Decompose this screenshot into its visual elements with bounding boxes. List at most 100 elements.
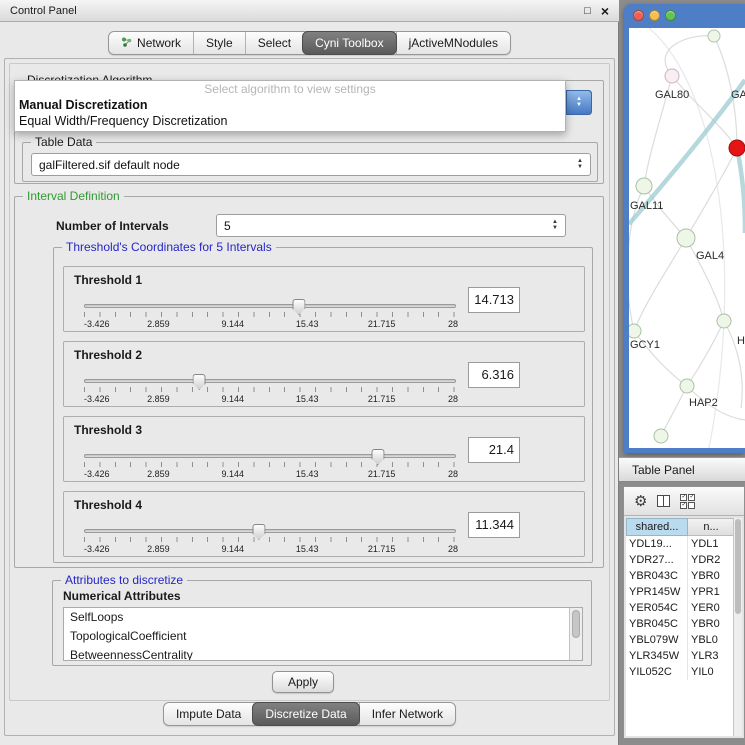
select-columns-icon[interactable]: ✓✓✓: [680, 494, 695, 509]
tab-infer-network[interactable]: Infer Network: [359, 703, 455, 725]
table-row[interactable]: YLR345WYLR3: [626, 648, 735, 664]
table-row[interactable]: YER054CYER0: [626, 600, 735, 616]
scale-tick-label: 2.859: [147, 319, 170, 329]
cell-name[interactable]: YIL0: [688, 664, 735, 680]
table-row[interactable]: YDL19...YDL1: [626, 536, 735, 552]
network-node-gcy1[interactable]: [629, 324, 641, 338]
float-window-icon[interactable]: □: [584, 5, 591, 17]
network-node[interactable]: [717, 314, 731, 328]
cell-shared-name[interactable]: YBR045C: [626, 616, 688, 632]
tab-cyni-toolbox[interactable]: Cyni Toolbox: [302, 31, 396, 55]
threshold-1-value-field[interactable]: 14.713: [468, 287, 520, 313]
num-intervals-combo[interactable]: 5 ▲▼: [216, 214, 566, 237]
threshold-3-slider[interactable]: -3.426 2.859 9.144 15.43 21.715 28: [84, 445, 456, 481]
table-row[interactable]: YPR145WYPR1: [626, 584, 735, 600]
gear-icon[interactable]: ⚙: [634, 492, 647, 510]
cell-name[interactable]: YBR0: [688, 616, 735, 632]
list-item-selfloops[interactable]: SelfLoops: [64, 608, 582, 627]
minimize-window-icon[interactable]: [649, 10, 660, 21]
table-row[interactable]: YIL052CYIL0: [626, 664, 735, 680]
tab-discretize-data[interactable]: Discretize Data: [252, 702, 359, 726]
slider-track[interactable]: [84, 379, 456, 383]
slider-scale: -3.426 2.859 9.144 15.43 21.715 28: [84, 544, 456, 555]
list-item-topologicalcoefficient[interactable]: TopologicalCoefficient: [64, 627, 582, 646]
cell-shared-name[interactable]: YDL19...: [626, 536, 688, 552]
threshold-4-panel: Threshold 4 -3.426 2.859 9.144 15.43 21.…: [63, 491, 585, 557]
cell-name[interactable]: YDL1: [688, 536, 735, 552]
scale-tick-label: 21.715: [368, 469, 396, 479]
menu-item-manual-discretization[interactable]: Manual Discretization: [15, 97, 565, 113]
scrollbar-thumb[interactable]: [572, 610, 580, 638]
network-node-gal80[interactable]: [665, 69, 679, 83]
tab-jactivemnodules[interactable]: jActiveMNodules: [396, 32, 510, 54]
combo-stepper-icon: ▲▼: [566, 90, 592, 115]
close-icon[interactable]: ×: [601, 5, 609, 17]
slider-track[interactable]: [84, 529, 456, 533]
close-window-icon[interactable]: [633, 10, 644, 21]
columns-icon[interactable]: [657, 495, 670, 507]
attributes-group: Attributes to discretize Numerical Attri…: [52, 580, 592, 666]
column-header-shared-name[interactable]: shared...: [626, 518, 688, 536]
tab-impute-data[interactable]: Impute Data: [164, 703, 253, 725]
table-row[interactable]: YDR27...YDR2: [626, 552, 735, 568]
slider-track[interactable]: [84, 304, 456, 308]
scale-tick-label: 15.43: [296, 544, 319, 554]
threshold-4-slider[interactable]: -3.426 2.859 9.144 15.43 21.715 28: [84, 520, 456, 556]
combo-stepper-icon: ▲▼: [573, 159, 587, 170]
threshold-2-slider[interactable]: -3.426 2.859 9.144 15.43 21.715 28: [84, 370, 456, 406]
selected-network-node[interactable]: [729, 140, 745, 156]
network-view-window[interactable]: GAL80 GA GAL11 GAL4 GCY1 H HAP2: [624, 4, 745, 453]
tab-style[interactable]: Style: [193, 32, 245, 54]
table-data-combo[interactable]: galFiltered.sif default node ▲▼: [31, 153, 591, 176]
thresholds-group: Threshold's Coordinates for 5 Intervals …: [53, 247, 593, 563]
menu-item-equal-width-frequency[interactable]: Equal Width/Frequency Discretization: [15, 113, 565, 129]
cell-name[interactable]: YLR3: [688, 648, 735, 664]
cell-shared-name[interactable]: YER054C: [626, 600, 688, 616]
threshold-2-value-field[interactable]: 6.316: [468, 362, 520, 388]
network-node[interactable]: [708, 30, 720, 42]
network-canvas[interactable]: GAL80 GA GAL11 GAL4 GCY1 H HAP2: [629, 28, 745, 448]
attributes-list[interactable]: SelfLoops TopologicalCoefficient Between…: [63, 607, 583, 661]
threshold-label: Threshold 3: [74, 423, 142, 437]
network-node-gal11[interactable]: [636, 178, 652, 194]
node-label: GAL4: [696, 250, 724, 262]
cell-shared-name[interactable]: YDR27...: [626, 552, 688, 568]
titlebar-buttons: □ ×: [584, 5, 609, 17]
network-node[interactable]: [654, 429, 668, 443]
cell-name[interactable]: YBR0: [688, 568, 735, 584]
cell-name[interactable]: YPR1: [688, 584, 735, 600]
cell-shared-name[interactable]: YLR345W: [626, 648, 688, 664]
threshold-1-slider[interactable]: -3.426 2.859 9.144 15.43 21.715 28: [84, 295, 456, 331]
list-item-betweennesscentrality[interactable]: BetweennessCentrality: [64, 646, 582, 661]
tab-select[interactable]: Select: [245, 32, 303, 54]
cell-shared-name[interactable]: YBL079W: [626, 632, 688, 648]
network-node-gal4[interactable]: [677, 229, 695, 247]
apply-button[interactable]: Apply: [272, 671, 334, 693]
table-row[interactable]: YBL079WYBL0: [626, 632, 735, 648]
zoom-window-icon[interactable]: [665, 10, 676, 21]
node-label: GCY1: [630, 339, 660, 351]
cell-name[interactable]: YDR2: [688, 552, 735, 568]
cell-shared-name[interactable]: YBR043C: [626, 568, 688, 584]
network-node-hap2[interactable]: [680, 379, 694, 393]
scale-tick-label: 9.144: [222, 319, 245, 329]
control-panel-titlebar[interactable]: Control Panel □ ×: [0, 0, 619, 22]
threshold-4-value-field[interactable]: 11.344: [468, 512, 520, 538]
cell-shared-name[interactable]: YPR145W: [626, 584, 688, 600]
table-row[interactable]: YBR043CYBR0: [626, 568, 735, 584]
table-row[interactable]: YBR045CYBR0: [626, 616, 735, 632]
cell-name[interactable]: YER0: [688, 600, 735, 616]
column-header-name[interactable]: n...: [688, 518, 735, 536]
cell-shared-name[interactable]: YIL052C: [626, 664, 688, 680]
tab-network[interactable]: Network: [109, 32, 193, 54]
scale-tick-label: 9.144: [222, 469, 245, 479]
workspace-region: GAL80 GA GAL11 GAL4 GCY1 H HAP2 Table Pa…: [619, 0, 745, 745]
scrollbar-thumb[interactable]: [735, 519, 741, 614]
table-panel-titlebar[interactable]: Table Panel: [619, 457, 745, 482]
application-window: Control Panel □ ×: [0, 0, 745, 745]
list-scrollbar[interactable]: [569, 608, 582, 660]
table-scrollbar[interactable]: [733, 518, 742, 736]
threshold-3-value-field[interactable]: 21.4: [468, 437, 520, 463]
cell-name[interactable]: YBL0: [688, 632, 735, 648]
slider-track[interactable]: [84, 454, 456, 458]
